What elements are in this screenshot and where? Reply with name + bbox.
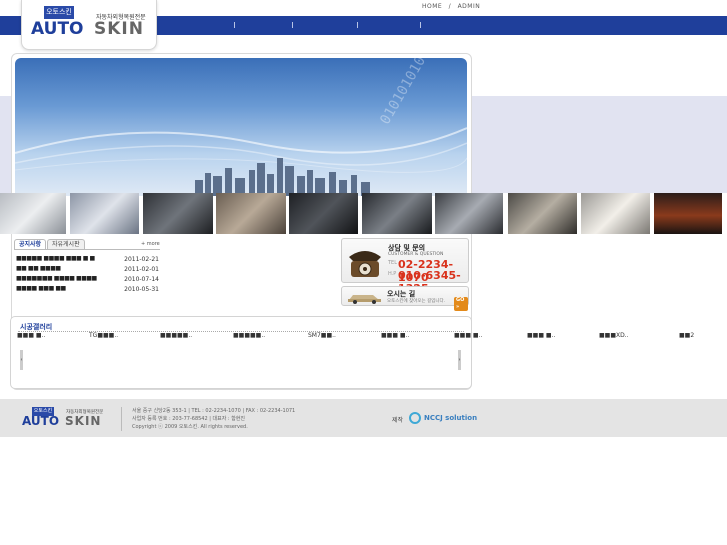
thumbnail-image[interactable]	[0, 193, 66, 234]
footer-logo-auto: AUTO	[22, 414, 60, 428]
notice-date: 2011-02-01	[124, 266, 159, 273]
gallery-item[interactable]: ■■■■■..	[233, 332, 265, 339]
thumbnail-image[interactable]	[289, 193, 358, 234]
thumbnail-image[interactable]	[216, 193, 286, 234]
notice-title[interactable]: ■■■■■ ■■■■ ■■■ ■ ■	[16, 255, 95, 262]
go-button[interactable]: GO »	[454, 297, 468, 311]
list-item[interactable]: ■■■■■ ■■■■ ■■■ ■ ■ 2011-02-21	[16, 255, 160, 265]
thumbnail-image[interactable]	[508, 193, 577, 234]
gallery-panel	[10, 316, 472, 389]
notice-title[interactable]: ■■ ■■ ■■■■	[16, 265, 61, 272]
logo-badge: 오토스킨	[44, 6, 74, 19]
tel-label: TEL	[388, 260, 397, 266]
nav-separator	[357, 22, 358, 28]
hp-label: H.P	[388, 271, 397, 277]
consult-box[interactable]: 상담 및 문의 CUSTOMER & QUESTION TEL 02-2234-…	[341, 238, 469, 295]
nccj-logo-icon	[409, 412, 421, 424]
footer-copyright: Copyright ⓒ 2009 오토스킨. All rights reserv…	[132, 424, 248, 430]
gallery-item[interactable]: ■■■ ■..	[527, 332, 555, 339]
footer-maker[interactable]: NCCJ solution	[424, 414, 477, 422]
home-link[interactable]: HOME	[422, 3, 442, 10]
gallery-next-button[interactable]: ›	[458, 350, 461, 370]
site-logo[interactable]: 오토스킨 자동차외형복원전문 AUTO SKIN	[21, 0, 157, 50]
svg-text:0101010101: 0101010101	[377, 58, 433, 127]
gallery-prev-button[interactable]: ‹	[20, 350, 23, 370]
thumbnail-image[interactable]	[70, 193, 139, 234]
gallery-item[interactable]: ■■■ ■..	[381, 332, 409, 339]
footer-business: 사업자 등록 번호 : 203-77-68542 | 대표자 : 함현진	[132, 416, 245, 422]
gallery-item[interactable]: TG■■■..	[89, 332, 118, 339]
telephone-icon	[349, 251, 381, 277]
car-icon	[348, 295, 381, 304]
list-item[interactable]: ■■■■ ■■■ ■■ 2010-05-31	[16, 285, 160, 295]
city-skyline-image: 0101010101	[15, 58, 467, 196]
gallery-item[interactable]: ■■2	[679, 332, 694, 339]
footer-maker-label: 제작	[392, 417, 404, 424]
notice-title[interactable]: ■■■■■■■ ■■■■ ■■■■	[16, 275, 97, 282]
footer	[0, 399, 727, 437]
thumbnail-image[interactable]	[654, 193, 722, 234]
list-item[interactable]: ■■ ■■ ■■■■ 2011-02-01	[16, 265, 160, 275]
tab-underline	[14, 249, 160, 250]
gallery-item[interactable]: ■■■ ■..	[17, 332, 45, 339]
util-separator: /	[448, 3, 452, 10]
gallery-item[interactable]: ■■■XD..	[599, 332, 629, 339]
nav-separator	[292, 22, 293, 28]
logo-auto-text: AUTO	[31, 19, 84, 39]
gallery-item[interactable]: ■■■■■..	[160, 332, 192, 339]
notice-title[interactable]: ■■■■ ■■■ ■■	[16, 285, 66, 292]
thumbnail-image[interactable]	[581, 193, 650, 234]
footer-divider	[121, 407, 122, 431]
directions-box[interactable]: 오시는 길 오토스킨에 찾아오는 길입니다. GO »	[341, 286, 469, 311]
list-item[interactable]: ■■■■■■■ ■■■■ ■■■■ 2010-07-14	[16, 275, 160, 285]
more-link[interactable]: + more	[141, 241, 160, 247]
utility-links: HOME / ADMIN	[422, 3, 484, 10]
consult-subtitle: CUSTOMER & QUESTION	[388, 252, 444, 257]
thumbnail-image[interactable]	[143, 193, 213, 234]
footer-logo-skin: SKIN	[65, 414, 102, 428]
directions-subtitle: 오토스킨에 찾아오는 길입니다.	[387, 299, 446, 304]
logo-skin-text: SKIN	[94, 19, 144, 39]
gallery-item[interactable]: SM7■■..	[308, 332, 336, 339]
notice-date: 2011-02-21	[124, 256, 159, 263]
thumbnail-image[interactable]	[362, 193, 432, 234]
notice-date: 2010-07-14	[124, 276, 159, 283]
gallery-item[interactable]: ■■■ ■..	[454, 332, 482, 339]
nav-separator	[234, 22, 235, 28]
admin-link[interactable]: ADMIN	[458, 3, 481, 10]
nav-separator	[420, 22, 421, 28]
thumbnail-strip	[0, 193, 727, 234]
thumbnail-image[interactable]	[435, 193, 503, 234]
notice-date: 2010-05-31	[124, 286, 159, 293]
footer-address: 서울 중구 신당2동 353-1 | TEL : 02-2234-1070 | …	[132, 408, 296, 414]
hero-banner: 0101010101	[15, 58, 467, 196]
